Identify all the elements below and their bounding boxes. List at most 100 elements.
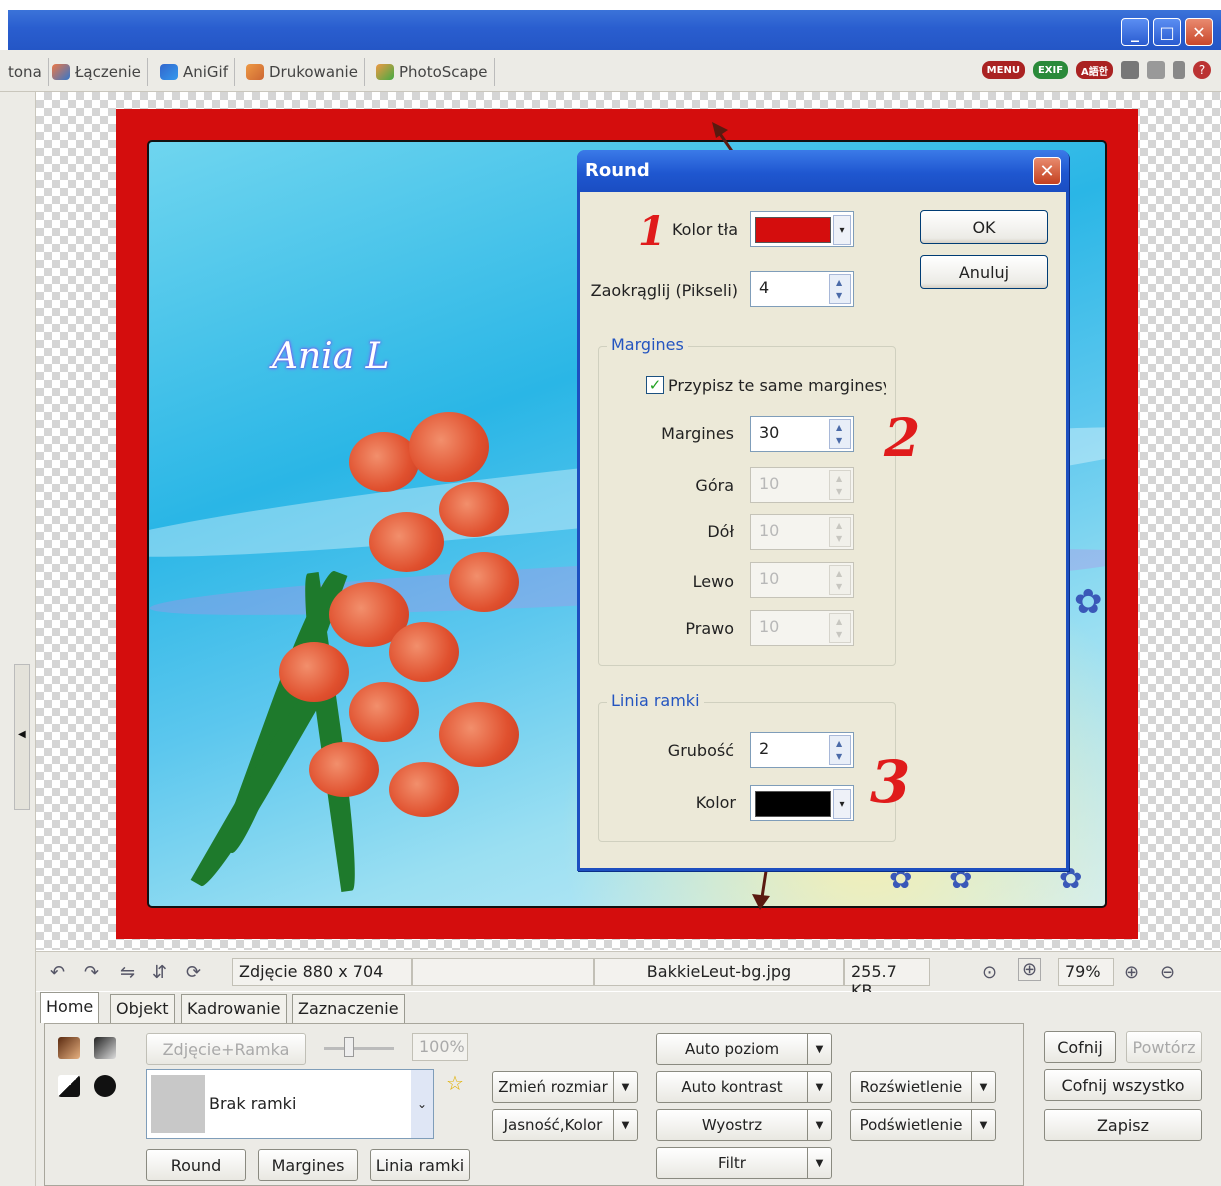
margins-group-label: Margines	[607, 335, 688, 354]
bottom-margin-spinner: 10 ▲ ▼	[750, 514, 854, 550]
spinner-arrows-icon[interactable]: ▲ ▼	[829, 419, 851, 449]
dialog-close-button[interactable]: ✕	[1033, 157, 1061, 185]
line-color-swatch	[755, 791, 831, 817]
edit-panel: Zdjęcie+Ramka 100% Brak ramki ⌄ ☆ Round …	[36, 1023, 1221, 1186]
line-color-picker[interactable]: ▾	[750, 785, 854, 821]
tab-selection[interactable]: Zaznaczenie	[292, 994, 405, 1024]
dialog-title-text: Round	[585, 160, 650, 181]
top-margin-spinner: 10 ▲ ▼	[750, 467, 854, 503]
margin-label: Margines	[661, 424, 734, 443]
chevron-down-icon[interactable]: ▼	[971, 1072, 995, 1102]
frame-style-icon[interactable]	[58, 1037, 80, 1059]
thickness-value: 2	[759, 739, 770, 758]
zoom-in-icon[interactable]: ⊕	[1124, 962, 1139, 983]
auto-level-label: Auto poziom	[684, 1040, 780, 1058]
same-margins-label: Przypisz te same marginesy	[668, 376, 886, 395]
undo-all-button[interactable]: Cofnij wszystko	[1044, 1069, 1202, 1101]
dialog-title: Round ✕	[577, 150, 1069, 192]
rotate-left-icon[interactable]: ↶	[50, 962, 65, 983]
save-button[interactable]: Zapisz	[1044, 1109, 1202, 1141]
annotation-number-2: 2	[884, 408, 921, 469]
bg-color-picker[interactable]: ▾	[750, 211, 854, 247]
status-empty-field	[412, 958, 594, 986]
tab-home[interactable]: Home	[40, 992, 100, 1024]
tab-crop[interactable]: Kadrowanie	[181, 994, 287, 1024]
spinner-arrows-icon: ▲ ▼	[829, 517, 851, 547]
thickness-spinner[interactable]: 2 ▲ ▼	[750, 732, 854, 768]
chevron-down-icon[interactable]: ▾	[833, 215, 851, 245]
spinner-arrows-icon: ▲ ▼	[829, 470, 851, 500]
ok-button[interactable]: OK	[920, 210, 1048, 244]
backlight-button[interactable]: Rozświetlenie ▼	[850, 1071, 996, 1103]
right-margin-label: Prawo	[685, 619, 734, 638]
shape-icon[interactable]	[94, 1075, 116, 1097]
filter-label: Filtr	[718, 1154, 746, 1172]
star-icon[interactable]: ☆	[446, 1071, 464, 1095]
redo-button: Powtórz	[1126, 1031, 1202, 1063]
frame-slider-track[interactable]	[324, 1047, 394, 1050]
frame-name: Brak ramki	[209, 1094, 297, 1113]
brightness-color-button[interactable]: Jasność,Kolor ▼	[492, 1109, 638, 1141]
same-margins-checkbox[interactable]: ✓	[646, 376, 664, 394]
round-pixels-label: Zaokrąglij (Pikseli)	[590, 281, 738, 300]
top-margin-value: 10	[759, 474, 780, 493]
frame-slider-thumb[interactable]	[344, 1037, 354, 1057]
auto-contrast-label: Auto kontrast	[681, 1078, 783, 1096]
brightness-label: Jasność,Kolor	[503, 1116, 603, 1134]
auto-level-button[interactable]: Auto poziom ▼	[656, 1033, 832, 1065]
rotate-free-icon[interactable]: ⟳	[186, 962, 201, 983]
sharpen-label: Wyostrz	[701, 1116, 763, 1134]
bottom-margin-label: Dół	[707, 522, 734, 541]
auto-contrast-button[interactable]: Auto kontrast ▼	[656, 1071, 832, 1103]
chevron-down-icon[interactable]: ⌄	[411, 1070, 433, 1138]
zoom-fit-icon[interactable]: ⊕	[1018, 958, 1042, 981]
chevron-down-icon[interactable]: ▼	[613, 1072, 637, 1102]
right-margin-value: 10	[759, 617, 780, 636]
frame-line-group: Linia ramki	[598, 691, 896, 842]
zoom-actual-icon[interactable]: ⊙	[982, 962, 997, 983]
frame-thumbnail	[151, 1075, 205, 1133]
round-button[interactable]: Round	[146, 1149, 246, 1181]
resize-button[interactable]: Zmień rozmiar ▼	[492, 1071, 638, 1103]
round-pixels-value: 4	[759, 278, 770, 297]
filter-button[interactable]: Filtr ▼	[656, 1147, 832, 1179]
chevron-down-icon[interactable]: ▼	[807, 1110, 831, 1140]
backlight-label: Rozświetlenie	[859, 1078, 963, 1096]
filename-field: BakkieLeut-bg.jpg	[594, 958, 844, 986]
annotation-number-3: 3	[870, 748, 911, 816]
frame-line-button[interactable]: Linia ramki	[370, 1149, 470, 1181]
bottom-margin-value: 10	[759, 521, 780, 540]
frame-select[interactable]: Brak ramki ⌄	[146, 1069, 434, 1139]
gradient-icon[interactable]	[94, 1037, 116, 1059]
chevron-down-icon[interactable]: ▼	[807, 1148, 831, 1178]
photo-frame-button: Zdjęcie+Ramka	[146, 1033, 306, 1065]
round-pixels-spinner[interactable]: 4 ▲ ▼	[750, 271, 854, 307]
right-margin-spinner: 10 ▲ ▼	[750, 610, 854, 646]
filesize-field: 255.7 KB	[844, 958, 930, 1000]
highlight-button[interactable]: Podświetlenie ▼	[850, 1109, 996, 1141]
zoom-out-icon[interactable]: ⊖	[1160, 962, 1175, 983]
cancel-button[interactable]: Anuluj	[920, 255, 1048, 289]
chevron-down-icon[interactable]: ▼	[613, 1110, 637, 1140]
chevron-down-icon[interactable]: ▼	[971, 1110, 995, 1140]
flip-horizontal-icon[interactable]: ⇋	[120, 962, 135, 983]
edit-tabs: Home Objekt Kadrowanie Zaznaczenie	[36, 992, 1221, 1024]
chevron-down-icon[interactable]: ▼	[807, 1034, 831, 1064]
margins-button[interactable]: Margines	[258, 1149, 358, 1181]
spinner-arrows-icon[interactable]: ▲ ▼	[829, 735, 851, 765]
undo-button[interactable]: Cofnij	[1044, 1031, 1116, 1063]
chevron-down-icon[interactable]: ▼	[807, 1072, 831, 1102]
margin-spinner[interactable]: 30 ▲ ▼	[750, 416, 854, 452]
spinner-arrows-icon[interactable]: ▲ ▼	[829, 274, 851, 304]
contrast-icon[interactable]	[58, 1075, 80, 1097]
tab-object[interactable]: Objekt	[110, 994, 175, 1024]
left-margin-label: Lewo	[692, 572, 734, 591]
frame-line-group-label: Linia ramki	[607, 691, 704, 710]
chevron-down-icon[interactable]: ▾	[833, 789, 851, 819]
thickness-label: Grubość	[667, 741, 734, 760]
flip-vertical-icon[interactable]: ⇵	[152, 962, 167, 983]
highlight-label: Podświetlenie	[859, 1116, 963, 1134]
sharpen-button[interactable]: Wyostrz ▼	[656, 1109, 832, 1141]
rotate-right-icon[interactable]: ↷	[84, 962, 99, 983]
bg-color-swatch	[755, 217, 831, 243]
